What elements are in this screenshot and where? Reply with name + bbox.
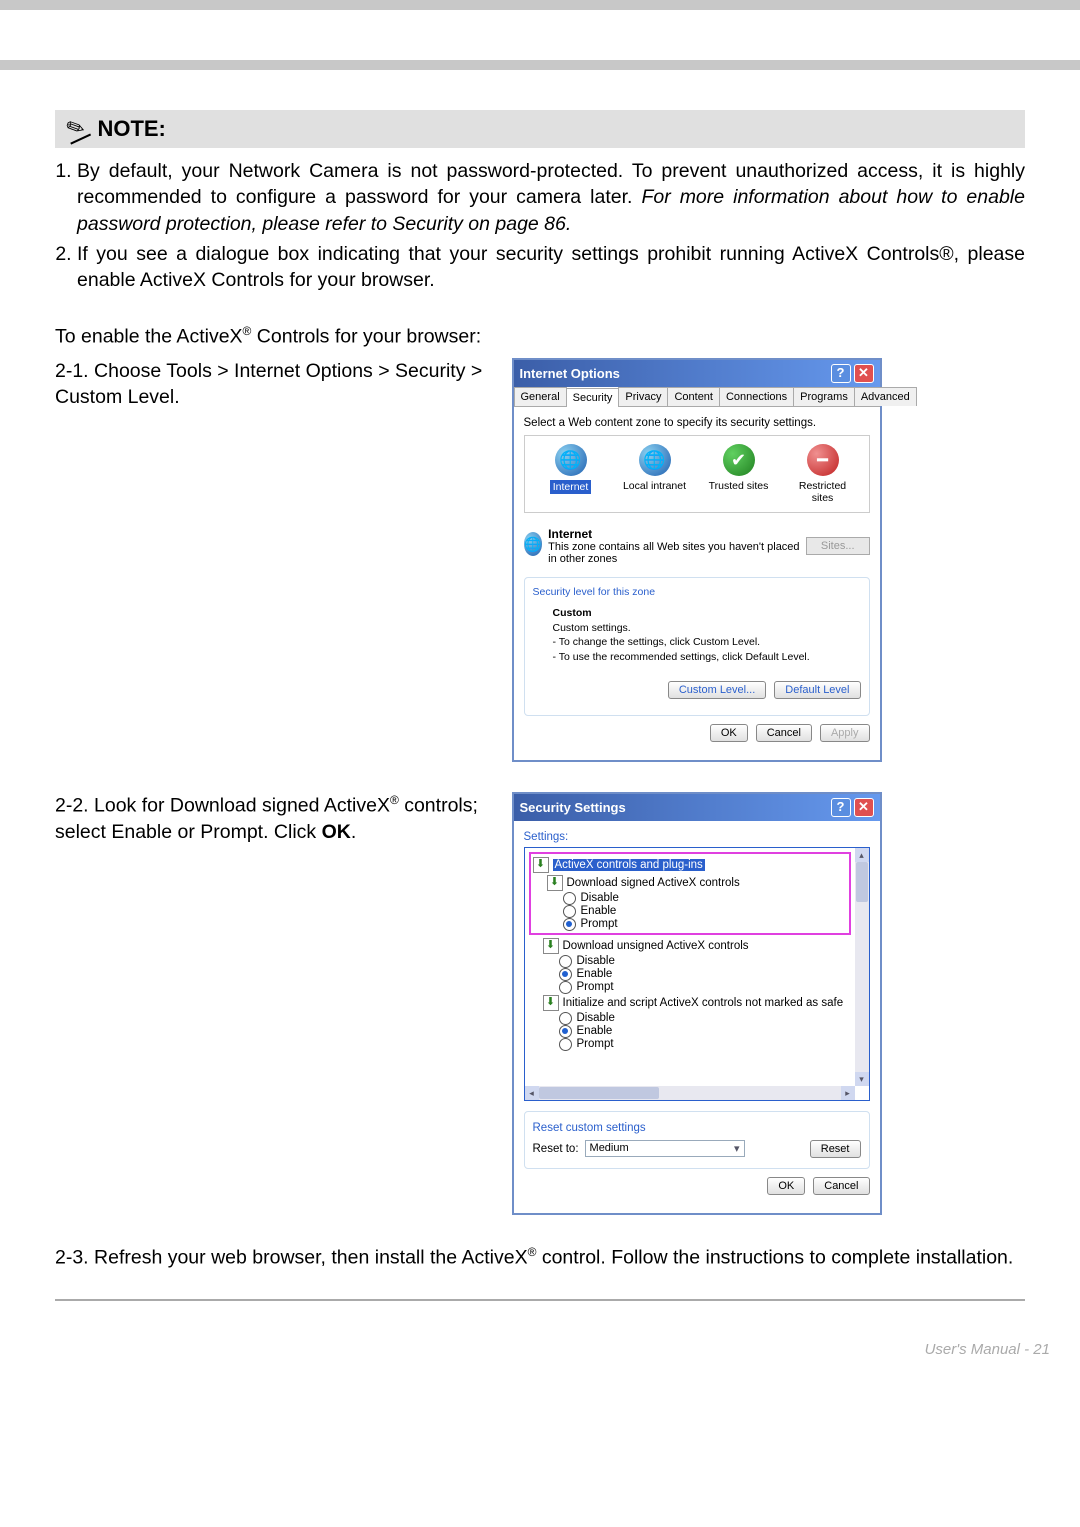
minus-icon: ━ xyxy=(807,444,839,476)
tab-programs[interactable]: Programs xyxy=(793,387,855,406)
radio-enable[interactable]: Enable xyxy=(529,1025,851,1038)
reset-select[interactable]: Medium ▾ xyxy=(585,1140,745,1157)
zone-internet[interactable]: 🌐 Internet xyxy=(536,444,606,504)
pencil-icon: ✎ xyxy=(61,113,91,144)
cancel-button[interactable]: Cancel xyxy=(756,724,812,742)
radio-disable[interactable]: Disable xyxy=(529,955,851,968)
plugin-icon: ⬇ xyxy=(547,875,563,891)
help-icon[interactable]: ? xyxy=(831,364,851,383)
note-item-1: By default, your Network Camera is not p… xyxy=(77,158,1025,237)
zone-local-intranet[interactable]: 🌐 Local intranet xyxy=(620,444,690,504)
security-settings-dialog: Security Settings ? ✕ Settings: ⬇ActiveX… xyxy=(512,792,882,1215)
note-list: By default, your Network Camera is not p… xyxy=(55,158,1025,294)
tab-advanced[interactable]: Advanced xyxy=(854,387,917,406)
brand-label: VIVOTEK xyxy=(977,45,1050,62)
zone-instruction: Select a Web content zone to specify its… xyxy=(524,417,870,429)
internet-options-dialog: Internet Options ? ✕ General Security Pr… xyxy=(512,358,882,762)
footer-page-number: User's Manual - 21 xyxy=(0,1301,1080,1388)
selected-zone-name: Internet xyxy=(548,527,592,541)
ok-button[interactable]: OK xyxy=(767,1177,805,1195)
close-icon[interactable]: ✕ xyxy=(854,364,874,383)
zones-row: 🌐 Internet 🌐 Local intranet ✔ Trusted si… xyxy=(524,435,870,513)
sites-button: Sites... xyxy=(806,537,870,555)
settings-tree[interactable]: ⬇ActiveX controls and plug-ins ⬇Download… xyxy=(524,847,870,1101)
close-icon[interactable]: ✕ xyxy=(854,798,874,817)
globe-icon: 🌐 xyxy=(639,444,671,476)
radio-prompt[interactable]: Prompt xyxy=(533,918,847,931)
reset-group: Reset custom settings Reset to: Medium ▾… xyxy=(524,1111,870,1169)
chevron-down-icon: ▾ xyxy=(734,1142,740,1155)
note-header: ✎ NOTE: xyxy=(55,110,1025,148)
plugin-icon: ⬇ xyxy=(533,857,549,873)
radio-enable[interactable]: Enable xyxy=(529,968,851,981)
radio-prompt[interactable]: Prompt xyxy=(529,981,851,994)
plugin-icon: ⬇ xyxy=(543,995,559,1011)
apply-button[interactable]: Apply xyxy=(820,724,870,742)
help-icon[interactable]: ? xyxy=(831,798,851,817)
selected-zone-desc: This zone contains all Web sites you hav… xyxy=(548,541,799,565)
plugin-icon: ⬇ xyxy=(543,938,559,954)
security-level-group: Security level for this zone Custom Cust… xyxy=(524,577,870,716)
note-item-2: If you see a dialogue box indicating tha… xyxy=(77,241,1025,294)
radio-disable[interactable]: Disable xyxy=(533,892,847,905)
globe-icon: 🌐 xyxy=(524,532,543,556)
radio-prompt[interactable]: Prompt xyxy=(529,1038,851,1051)
custom-level-button[interactable]: Custom Level... xyxy=(668,681,766,699)
zone-restricted[interactable]: ━ Restricted sites xyxy=(788,444,858,504)
reset-to-label: Reset to: xyxy=(533,1143,579,1155)
step-2-2: 2-2. Look for Download signed ActiveX® c… xyxy=(55,792,492,845)
ok-button[interactable]: OK xyxy=(710,724,748,742)
tab-security[interactable]: Security xyxy=(566,388,620,407)
enable-text: To enable the ActiveX® Controls for your… xyxy=(55,324,1025,349)
radio-disable[interactable]: Disable xyxy=(529,1012,851,1025)
scroll-right-icon[interactable]: ▸ xyxy=(841,1086,855,1100)
check-icon: ✔ xyxy=(723,444,755,476)
cancel-button[interactable]: Cancel xyxy=(813,1177,869,1195)
zone-trusted[interactable]: ✔ Trusted sites xyxy=(704,444,774,504)
tabs: General Security Privacy Content Connect… xyxy=(514,387,880,407)
tab-general[interactable]: General xyxy=(514,387,567,406)
horizontal-scrollbar[interactable]: ◂ ▸ xyxy=(525,1086,855,1100)
note-title: NOTE: xyxy=(97,116,165,142)
step-2-1: 2-1. Choose Tools > Internet Options > S… xyxy=(55,358,492,411)
step-2-3: 2-3. Refresh your web browser, then inst… xyxy=(55,1245,1025,1270)
vertical-scrollbar[interactable]: ▴ ▾ xyxy=(855,848,869,1086)
tab-content[interactable]: Content xyxy=(667,387,720,406)
dialog2-title: Security Settings xyxy=(520,800,626,815)
radio-enable[interactable]: Enable xyxy=(533,905,847,918)
tab-privacy[interactable]: Privacy xyxy=(618,387,668,406)
reset-button[interactable]: Reset xyxy=(810,1140,861,1158)
scroll-down-icon[interactable]: ▾ xyxy=(855,1072,869,1086)
tab-connections[interactable]: Connections xyxy=(719,387,794,406)
dialog1-title: Internet Options xyxy=(520,366,620,381)
settings-label: Settings: xyxy=(524,831,870,843)
scroll-left-icon[interactable]: ◂ xyxy=(525,1086,539,1100)
default-level-button[interactable]: Default Level xyxy=(774,681,860,699)
globe-icon: 🌐 xyxy=(555,444,587,476)
scroll-up-icon[interactable]: ▴ xyxy=(855,848,869,862)
